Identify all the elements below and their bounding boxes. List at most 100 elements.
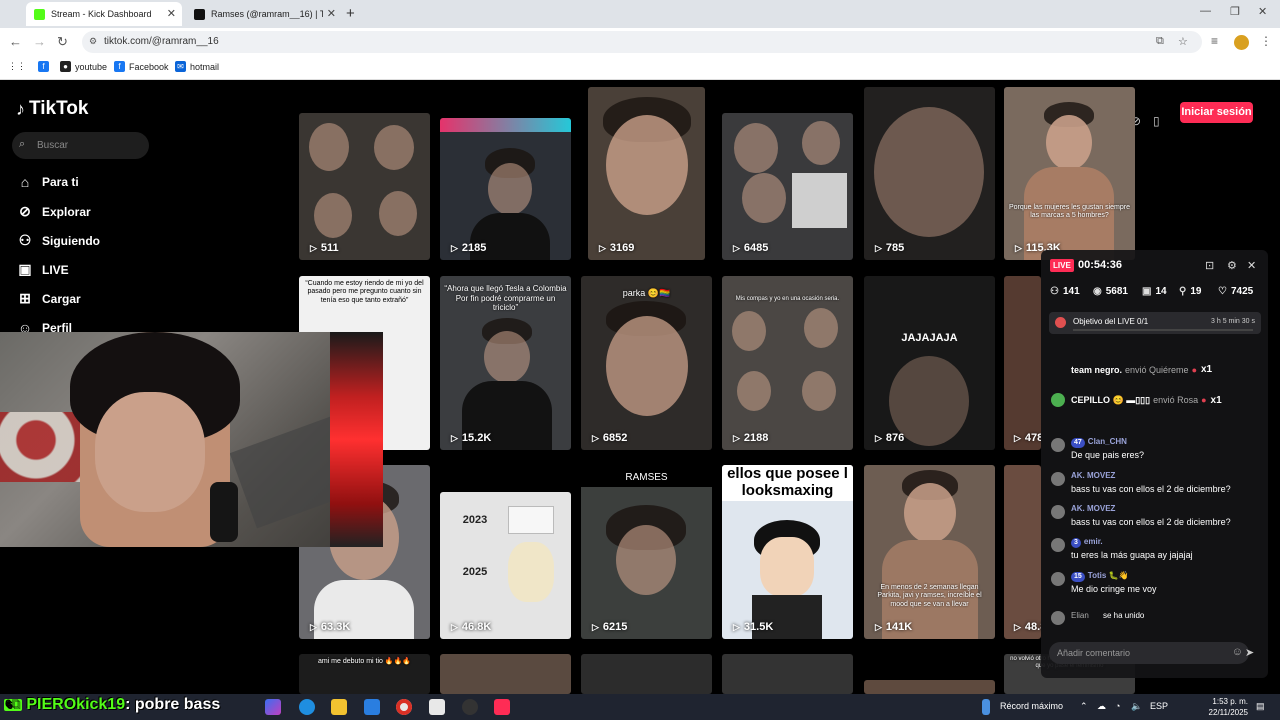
close-tab-icon[interactable]: ✕ xyxy=(167,7,176,20)
video-card[interactable]: parka 😊🏳‍🌈 ▷ 6852 xyxy=(581,276,712,450)
nav-siguiendo[interactable]: ⚇ Siguiendo xyxy=(16,232,100,249)
nav-explorar[interactable]: ⊘ Explorar xyxy=(16,203,91,220)
site-info-icon[interactable]: ⚙ xyxy=(89,36,97,47)
minimize-icon[interactable]: — xyxy=(1200,5,1211,17)
logo-text: TikTok xyxy=(29,98,89,119)
obs-icon[interactable] xyxy=(462,699,478,715)
clock[interactable]: 1:53 p. m. 22/11/2025 xyxy=(1196,696,1248,718)
video-card[interactable]: ▷ 478 xyxy=(1004,276,1041,450)
store-icon[interactable] xyxy=(429,699,445,715)
video-card[interactable]: ami me debuto mi tio 🔥🔥🔥 xyxy=(299,654,430,694)
tray-expand-icon[interactable]: ⌃ xyxy=(1080,701,1088,712)
year-label: 2025 xyxy=(462,566,488,578)
video-card[interactable]: Porque las mujeres les gustan siempre la… xyxy=(1004,87,1135,260)
avatar xyxy=(1051,611,1065,625)
video-card[interactable]: ▷ 511 xyxy=(299,113,430,260)
chrome-icon[interactable] xyxy=(396,699,412,715)
nav-live[interactable]: ▣ LIVE xyxy=(16,261,68,278)
file-explorer-icon[interactable] xyxy=(331,699,347,715)
gift-rose-icon: ● xyxy=(1201,395,1207,405)
video-card[interactable]: ▷ 6485 xyxy=(722,113,853,260)
video-card[interactable]: ellos que posee l looksmaxing ▷ 31.5K xyxy=(722,465,853,639)
back-icon[interactable]: ← xyxy=(9,34,22,49)
video-card[interactable]: “Ahora que llegó Tesla a Colombia Por fi… xyxy=(440,276,571,450)
video-card[interactable] xyxy=(722,654,853,694)
now-playing[interactable]: Récord máximo xyxy=(1000,701,1063,711)
search-icon: ⌕ xyxy=(19,138,26,150)
tab-kick-dashboard[interactable]: Stream - Kick Dashboard ✕ xyxy=(26,2,182,26)
video-card[interactable]: ▷ 3169 xyxy=(588,87,705,260)
nav-para-ti[interactable]: ⌂ Para ti xyxy=(16,174,79,190)
live-icon: ▣ xyxy=(18,261,32,277)
volume-icon[interactable]: 🔈 xyxy=(1131,701,1142,712)
tiktok-logo[interactable]: ♪ TikTok xyxy=(16,98,88,120)
bookmark-hotmail[interactable]: ✉ hotmail xyxy=(175,61,219,72)
view-count: ▷ 2185 xyxy=(451,242,487,254)
play-icon: ▷ xyxy=(733,621,740,632)
video-card[interactable]: RAMSES ▷ 6215 xyxy=(581,465,712,639)
compass-icon: ⊘ xyxy=(19,203,31,219)
close-tab-icon[interactable]: ✕ xyxy=(327,7,336,20)
wifi-icon[interactable]: ◔ xyxy=(1115,701,1120,711)
apps-grid-icon[interactable]: ⋮⋮ xyxy=(8,61,26,72)
search-input[interactable]: ⌕ Buscar xyxy=(12,132,149,159)
live-badge: LIVE xyxy=(1050,259,1074,272)
new-tab-icon[interactable]: + xyxy=(346,5,355,22)
emoji-icon[interactable]: ☺ xyxy=(1232,646,1243,658)
view-count: ▷ 785 xyxy=(875,242,905,254)
mail-icon[interactable] xyxy=(364,699,380,715)
view-count: ▷ 141K xyxy=(875,621,913,633)
play-icon: ▷ xyxy=(451,432,458,443)
cloud-icon[interactable]: ☁ xyxy=(1097,701,1106,712)
nav-cargar[interactable]: ⊞ Cargar xyxy=(16,290,81,307)
bookmark-star-icon[interactable]: ☆ xyxy=(1178,35,1188,48)
bookmark-facebook[interactable]: f Facebook xyxy=(114,61,169,72)
video-card[interactable]: ▷48.8K xyxy=(1004,465,1041,639)
media-controls-icon[interactable]: ≡ xyxy=(1211,34,1218,48)
video-caption: ellos que posee l looksmaxing xyxy=(722,465,853,501)
bookmarks-bar: ⋮⋮ f ● youtube f Facebook ✉ hotmail xyxy=(0,56,1280,80)
send-icon[interactable]: ➤ xyxy=(1245,646,1254,659)
goal-remaining: 3 h 5 min 30 s xyxy=(1211,318,1255,325)
video-card[interactable]: 2023 2025 ▷ 46.8K xyxy=(440,492,571,639)
bookmark-facebook-icon-only[interactable]: f xyxy=(38,61,53,72)
lock-icon[interactable]: ⊡ xyxy=(1205,259,1214,272)
tab-tiktok-profile[interactable]: Ramses (@ramram__16) | TikTok ✕ xyxy=(186,2,342,26)
video-card[interactable]: Mis compas y yo en una ocasión seria. ▷ 2… xyxy=(722,276,853,450)
play-icon: ▷ xyxy=(310,621,317,632)
play-icon: ▷ xyxy=(1014,621,1021,632)
address-bar[interactable]: ⚙ tiktok.com/@ramram__16 ⧉ ☆ xyxy=(82,31,1202,53)
video-card[interactable]: JAJAJAJA ▷ 876 xyxy=(864,276,995,450)
login-button[interactable]: Iniciar sesión xyxy=(1180,102,1253,123)
settings-icon[interactable]: ⚙ xyxy=(1227,259,1237,272)
copilot-icon[interactable] xyxy=(265,699,281,715)
tiktok-app-icon[interactable] xyxy=(494,699,510,715)
comment-input[interactable]: Añadir comentario ☺ xyxy=(1049,642,1249,664)
browser-tab-strip: Stream - Kick Dashboard ✕ Ramses (@ramra… xyxy=(0,0,1280,28)
person-add-icon: ⚲ xyxy=(1179,286,1187,297)
profile-avatar[interactable] xyxy=(1234,35,1249,50)
close-window-icon[interactable]: ✕ xyxy=(1258,5,1267,18)
close-icon[interactable]: ✕ xyxy=(1247,259,1256,272)
view-count: ▷ 6485 xyxy=(733,242,769,254)
video-card[interactable] xyxy=(864,680,995,694)
reload-icon[interactable]: ↻ xyxy=(57,34,68,50)
stat-likes: ♡ 7425 xyxy=(1218,286,1254,297)
get-app-icon[interactable]: ▯ xyxy=(1153,114,1160,128)
video-card[interactable] xyxy=(581,654,712,694)
video-card[interactable]: ▷ 785 xyxy=(864,87,995,260)
install-app-icon[interactable]: ⧉ xyxy=(1156,35,1164,48)
live-goal[interactable]: Objetivo del LIVE 0/1 3 h 5 min 30 s xyxy=(1049,312,1261,334)
edge-icon[interactable] xyxy=(299,699,315,715)
forward-icon[interactable]: → xyxy=(33,34,46,49)
search-placeholder: Buscar xyxy=(37,140,69,151)
video-card[interactable] xyxy=(440,654,571,694)
bookmark-youtube[interactable]: ● youtube xyxy=(60,61,107,72)
video-card[interactable]: ▷ 2185 xyxy=(440,118,571,260)
video-card[interactable]: En menos de 2 semanas llegan Parkita, ja… xyxy=(864,465,995,639)
maximize-icon[interactable]: ❐ xyxy=(1230,5,1240,18)
language-indicator[interactable]: ESP xyxy=(1150,701,1168,711)
play-icon: ▷ xyxy=(875,621,882,632)
notifications-icon[interactable]: ▤ xyxy=(1256,701,1265,712)
browser-menu-icon[interactable]: ⋮ xyxy=(1260,34,1272,48)
